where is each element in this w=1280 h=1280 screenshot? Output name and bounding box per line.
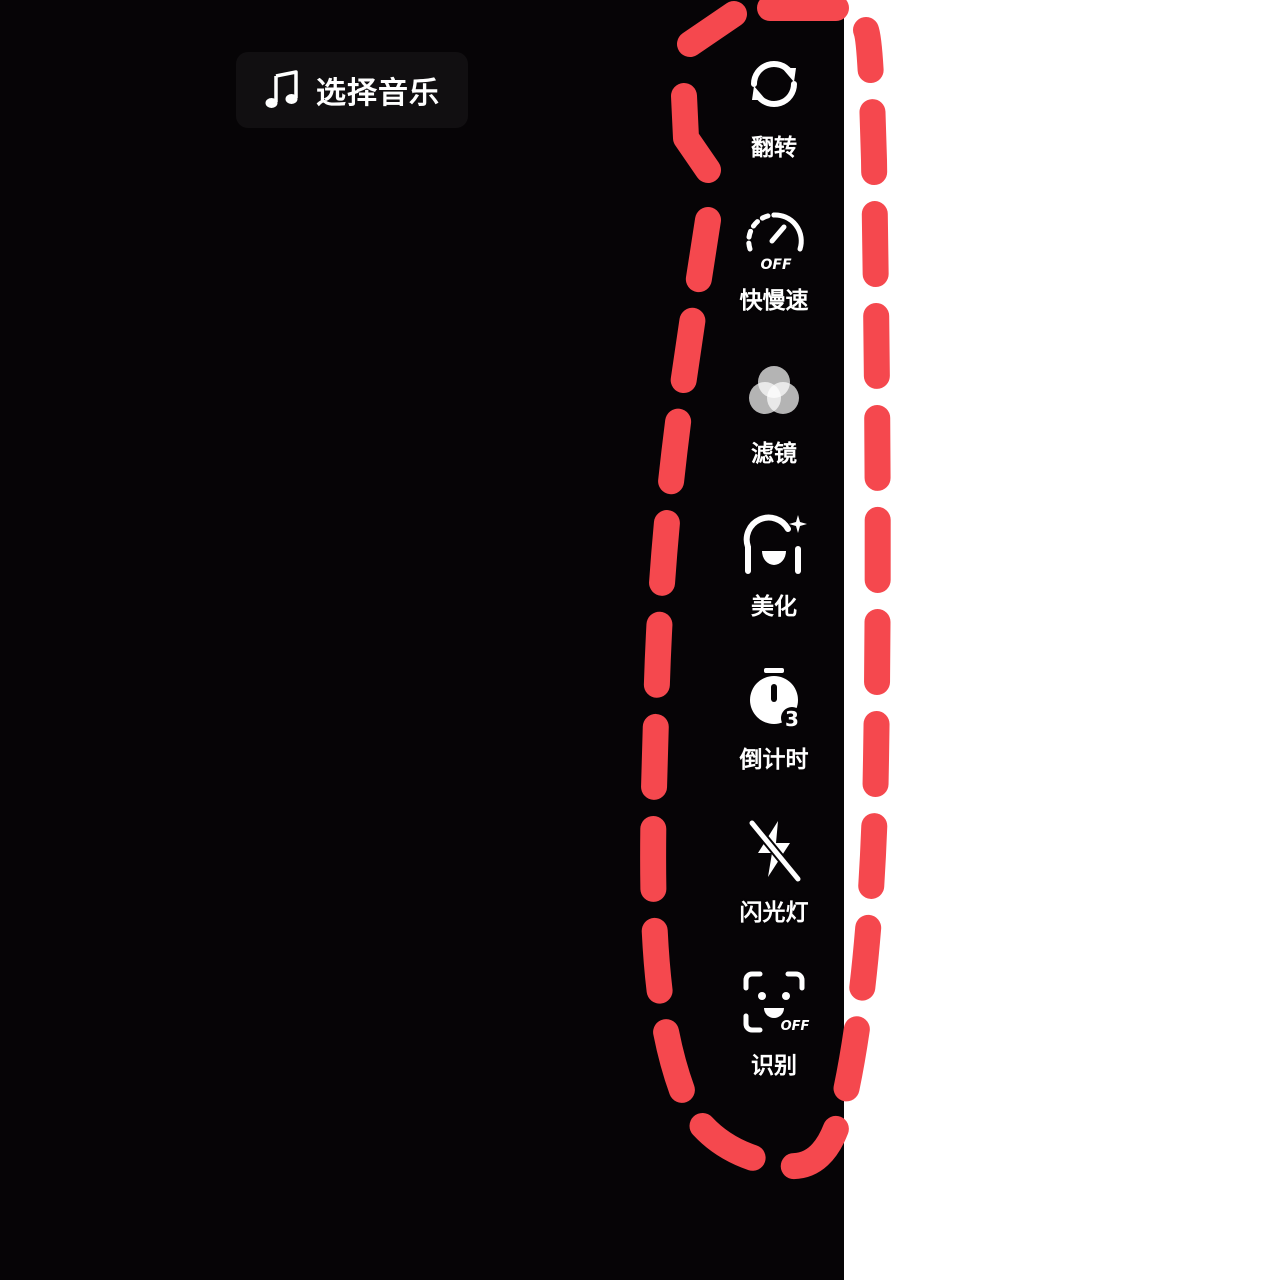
flip-camera-icon: [751, 61, 797, 107]
select-music-button[interactable]: 选择音乐: [236, 52, 468, 128]
blank-area: [844, 0, 1280, 1280]
music-note-icon: [265, 70, 298, 108]
tool-recognition-label: 识别: [751, 1053, 797, 1079]
tool-flash-label: 闪光灯: [739, 900, 809, 926]
filter-icon: [749, 366, 799, 414]
tool-beautify-label: 美化: [751, 594, 797, 620]
flash-off-icon: [747, 818, 803, 884]
tool-countdown[interactable]: 3 倒计时: [714, 660, 834, 790]
tool-speed[interactable]: OFF 快慢速: [714, 201, 834, 331]
tool-flip[interactable]: 翻转: [714, 48, 834, 178]
tool-beautify[interactable]: 美化: [714, 507, 834, 637]
recognition-off-badge: OFF: [781, 1019, 810, 1034]
beautify-icon: [743, 514, 807, 574]
tool-filter[interactable]: 滤镜: [714, 354, 834, 484]
select-music-label: 选择音乐: [316, 76, 440, 111]
tool-speed-label: 快慢速: [739, 288, 809, 314]
face-recognition-icon: OFF: [743, 971, 810, 1034]
tool-flash[interactable]: 闪光灯: [714, 813, 834, 943]
tool-flip-label: 翻转: [751, 135, 797, 161]
screenshot-stage: 选择音乐 翻转 OFF 快慢速 滤镜 美化 3 倒计时 闪光灯 OFF 识别: [0, 0, 1280, 1280]
camera-toolbar: 翻转 OFF 快慢速 滤镜 美化 3 倒计时 闪光灯 OFF 识别: [714, 48, 834, 1108]
tool-recognition[interactable]: OFF 识别: [714, 966, 834, 1096]
countdown-badge: 3: [785, 707, 799, 731]
countdown-timer-icon: 3: [750, 668, 803, 731]
tool-countdown-label: 倒计时: [739, 747, 809, 773]
speed-off-badge: OFF: [760, 257, 791, 273]
speed-off-icon: OFF: [746, 212, 804, 273]
tool-filter-label: 滤镜: [751, 441, 797, 467]
